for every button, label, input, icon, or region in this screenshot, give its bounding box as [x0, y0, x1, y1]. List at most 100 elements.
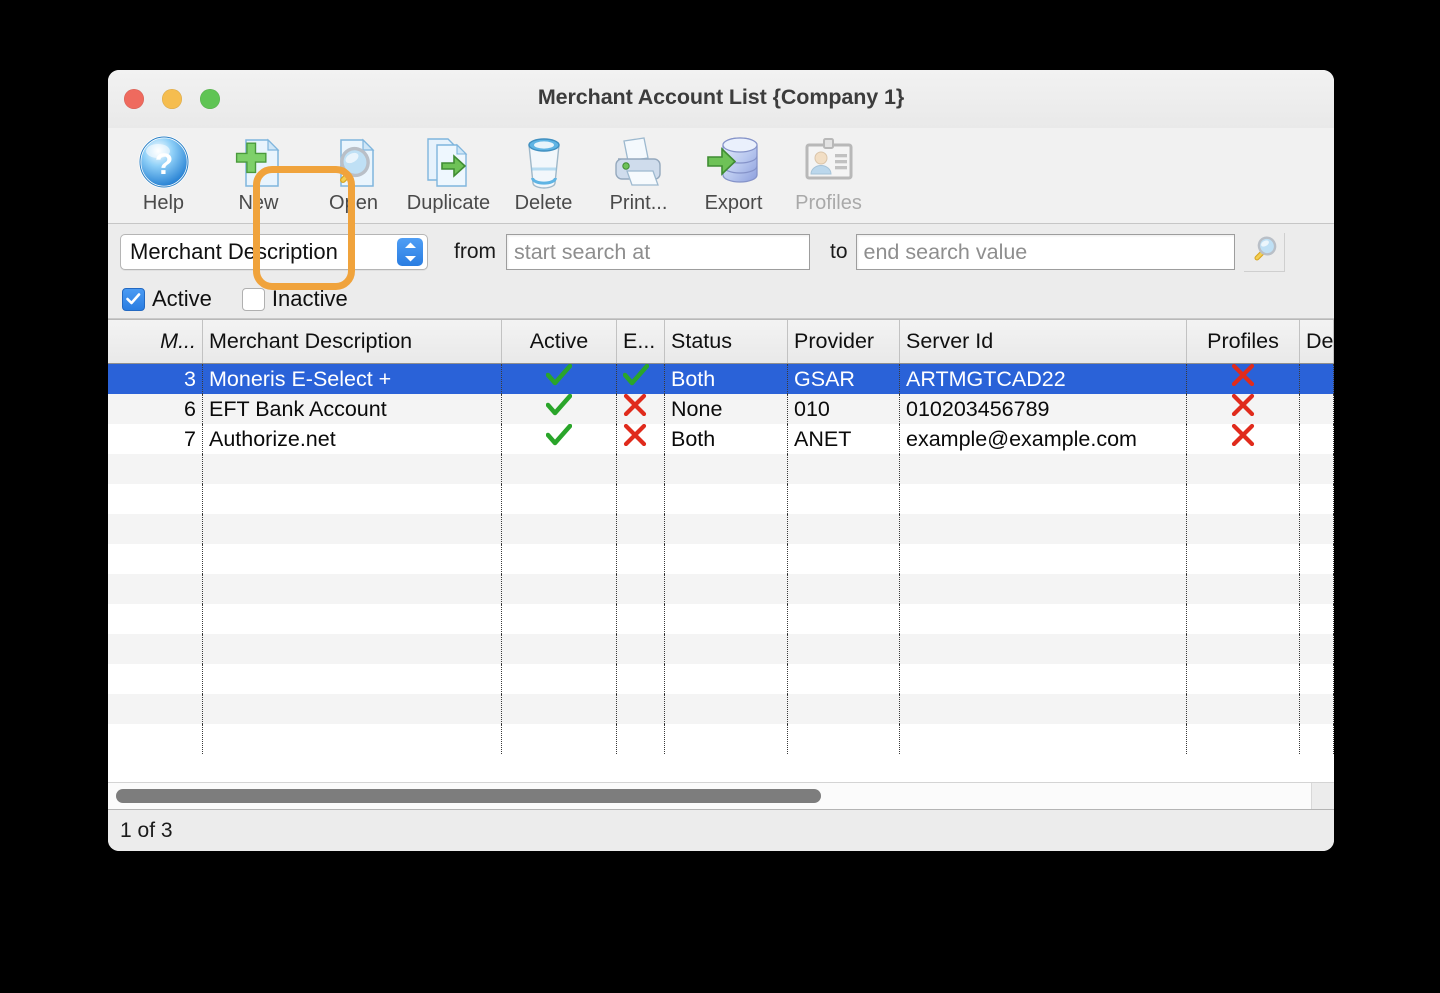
cell-empty — [502, 694, 617, 724]
cell-empty — [1300, 664, 1334, 694]
table-row-empty[interactable] — [108, 724, 1334, 754]
table-row-empty[interactable] — [108, 544, 1334, 574]
column-header-active[interactable]: Active — [502, 320, 617, 363]
search-bar: Merchant Description from start search a… — [108, 224, 1334, 280]
filter-inactive-label: Inactive — [271, 286, 348, 311]
cell-empty — [203, 694, 502, 724]
cell-empty — [108, 574, 203, 604]
cell-e — [617, 424, 665, 454]
table-row-empty[interactable] — [108, 694, 1334, 724]
search-button[interactable] — [1243, 232, 1285, 272]
cell-empty — [665, 544, 788, 574]
cell-empty — [900, 664, 1187, 694]
cell-empty — [108, 454, 203, 484]
column-header-de[interactable]: De — [1300, 320, 1334, 363]
horizontal-scrollbar[interactable] — [108, 782, 1334, 809]
cell-empty — [203, 454, 502, 484]
cell-empty — [502, 634, 617, 664]
check-icon — [545, 364, 573, 394]
cell-empty — [1187, 544, 1300, 574]
toolbar-button-export[interactable]: Export — [686, 128, 781, 221]
cell-empty — [502, 604, 617, 634]
filter-active[interactable]: Active — [122, 286, 212, 312]
column-header-status[interactable]: Status — [665, 320, 788, 363]
cell-empty — [203, 634, 502, 664]
horizontal-scrollbar-thumb[interactable] — [116, 789, 821, 803]
cell-empty — [203, 484, 502, 514]
filter-inactive[interactable]: Inactive — [241, 286, 348, 312]
cell-empty — [900, 514, 1187, 544]
cell-de — [1300, 394, 1334, 424]
cell-status: Both — [665, 424, 788, 454]
window-titlebar: Merchant Account List {Company 1} — [108, 70, 1334, 128]
cell-empty — [788, 514, 900, 544]
toolbar-button-delete[interactable]: Delete — [496, 128, 591, 221]
table-row-empty[interactable] — [108, 574, 1334, 604]
cross-icon — [1231, 394, 1255, 424]
column-header-e[interactable]: E... — [617, 320, 665, 363]
cell-empty — [502, 454, 617, 484]
column-header-merchant-id[interactable]: M... — [108, 320, 203, 363]
trash-icon — [513, 134, 575, 190]
cell-empty — [203, 724, 502, 754]
cell-empty — [665, 604, 788, 634]
cell-empty — [203, 574, 502, 604]
table-row-empty[interactable] — [108, 484, 1334, 514]
window-title: Merchant Account List {Company 1} — [537, 85, 905, 109]
svg-text:?: ? — [154, 148, 172, 181]
cell-empty — [108, 694, 203, 724]
cell-id: 6 — [108, 394, 203, 424]
table-row-empty[interactable] — [108, 664, 1334, 694]
table-row-empty[interactable] — [108, 514, 1334, 544]
cell-empty — [203, 604, 502, 634]
checkbox-inactive[interactable] — [241, 287, 265, 311]
chevron-updown-icon[interactable] — [397, 238, 423, 266]
cell-empty — [788, 724, 900, 754]
toolbar-button-open[interactable]: Open — [306, 128, 401, 221]
cell-active — [502, 424, 617, 454]
table-row[interactable]: 3 Moneris E-Select + Both GSAR ARTMGTCAD22 — [108, 364, 1334, 394]
cell-empty — [1187, 694, 1300, 724]
table-row[interactable]: 6 EFT Bank Account None 010 010203456789 — [108, 394, 1334, 424]
column-header-provider[interactable]: Provider — [788, 320, 900, 363]
table-row-empty[interactable] — [108, 604, 1334, 634]
cell-empty — [900, 544, 1187, 574]
merchant-account-list-window: Merchant Account List {Company 1} ? Help… — [108, 70, 1334, 851]
cell-status: None — [665, 394, 788, 424]
cell-e — [617, 394, 665, 424]
toolbar-button-duplicate[interactable]: Duplicate — [401, 128, 496, 221]
checkbox-active[interactable] — [122, 287, 145, 311]
search-field-select[interactable]: Merchant Description — [120, 234, 428, 270]
cell-empty — [617, 634, 665, 664]
column-header-description[interactable]: Merchant Description — [203, 320, 502, 363]
table-row[interactable]: 7 Authorize.net Both ANET example@example.co… — [108, 424, 1334, 454]
cell-empty — [617, 454, 665, 484]
new-doc-icon — [228, 134, 290, 190]
column-header-server-id[interactable]: Server Id — [900, 320, 1187, 363]
cell-empty — [665, 484, 788, 514]
table-row-empty[interactable] — [108, 454, 1334, 484]
table-row-empty[interactable] — [108, 634, 1334, 664]
cell-prof — [1187, 364, 1300, 394]
magnifier-icon — [1250, 235, 1278, 268]
cell-prof — [1187, 424, 1300, 454]
cross-icon — [1231, 424, 1255, 454]
cell-empty — [900, 484, 1187, 514]
duplicate-icon — [418, 134, 480, 190]
toolbar-label-profiles: Profiles — [795, 192, 862, 214]
cell-empty — [1300, 514, 1334, 544]
cell-empty — [502, 664, 617, 694]
cell-empty — [788, 694, 900, 724]
search-to-input[interactable]: end search value — [855, 234, 1235, 270]
column-header-profiles[interactable]: Profiles — [1187, 320, 1300, 363]
cell-empty — [1300, 454, 1334, 484]
search-from-input[interactable]: start search at — [506, 234, 810, 270]
toolbar-button-help[interactable]: ? Help — [116, 128, 211, 221]
cell-empty — [665, 724, 788, 754]
cell-desc: EFT Bank Account — [203, 394, 502, 424]
cell-empty — [788, 454, 900, 484]
toolbar-button-print[interactable]: Print... — [591, 128, 686, 221]
check-icon — [545, 394, 573, 424]
cell-empty — [203, 514, 502, 544]
toolbar-button-new[interactable]: New — [211, 128, 306, 221]
